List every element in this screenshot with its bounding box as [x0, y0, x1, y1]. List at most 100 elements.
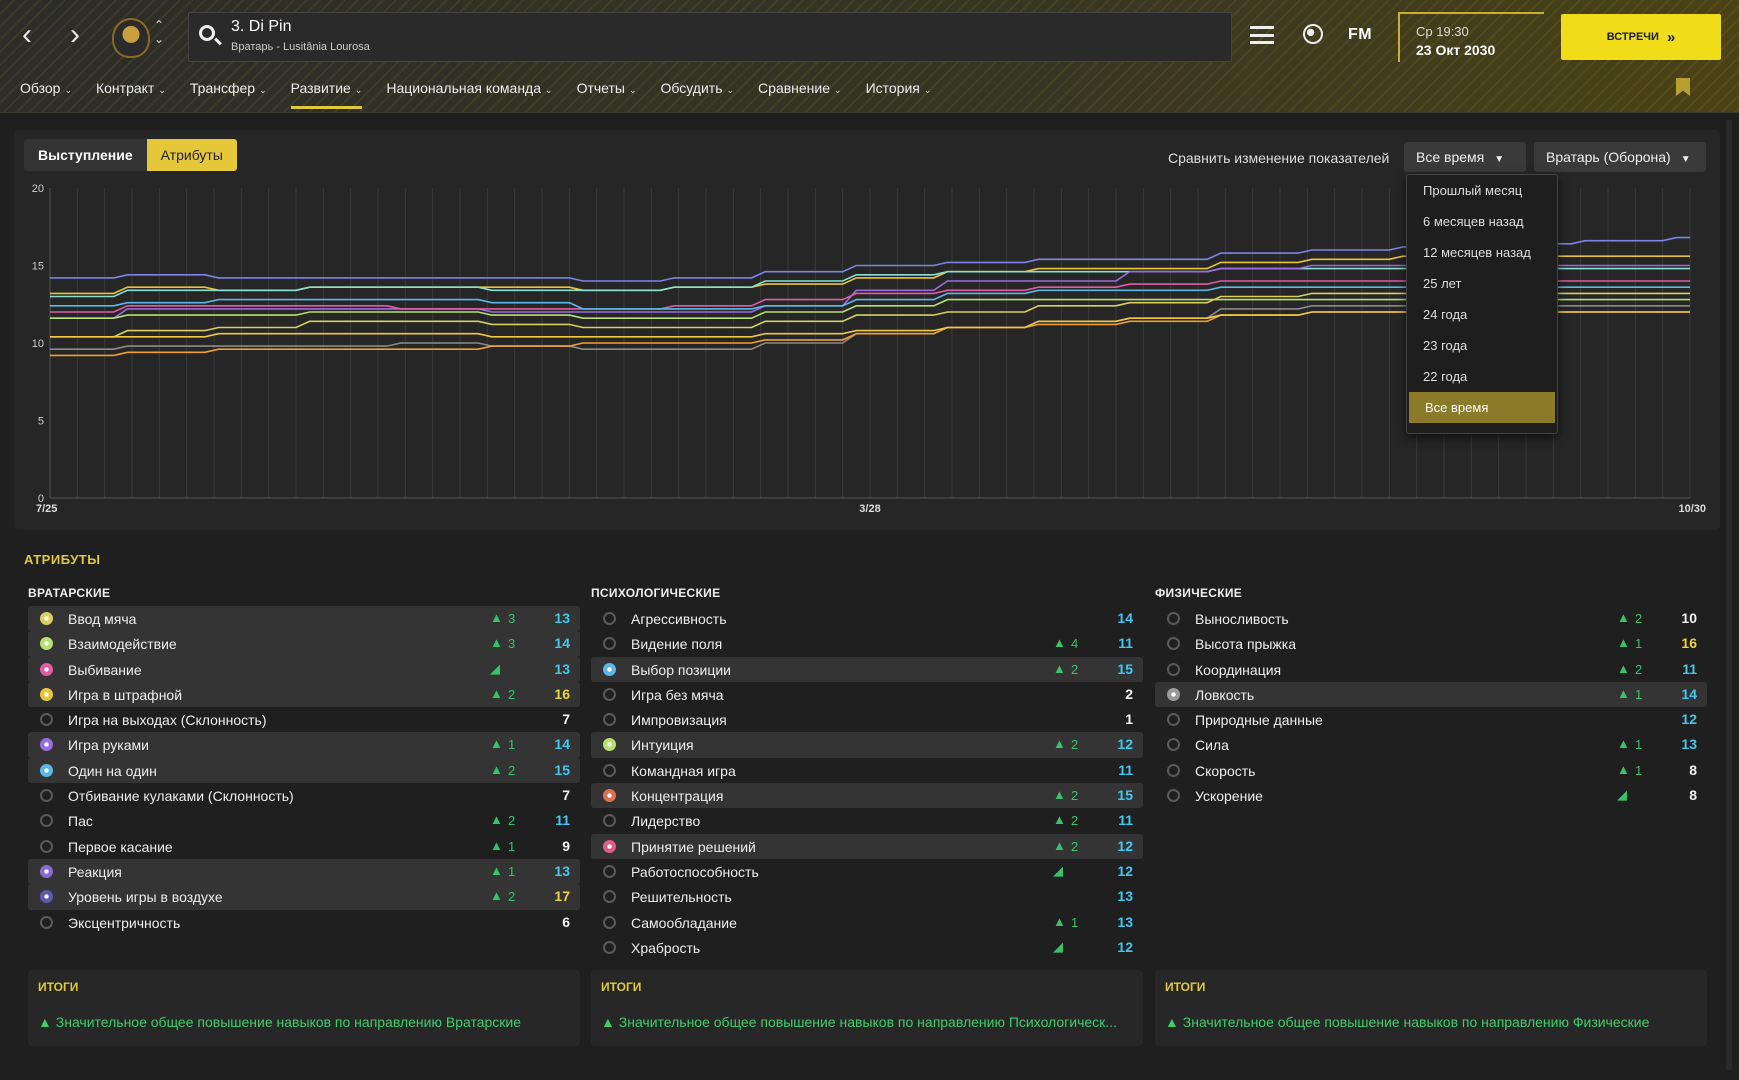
attribute-toggle-icon[interactable]: [1167, 612, 1180, 625]
attribute-row[interactable]: Ускорение ◢ 8: [1155, 783, 1707, 808]
attribute-toggle-icon[interactable]: [603, 738, 616, 752]
attribute-toggle-icon[interactable]: [603, 915, 616, 929]
attribute-toggle-icon[interactable]: [603, 637, 616, 651]
attribute-value: 9: [562, 837, 570, 854]
attribute-toggle-icon[interactable]: [1167, 687, 1180, 701]
attribute-toggle-icon[interactable]: [40, 864, 53, 878]
attribute-row[interactable]: Природные данные 12: [1155, 707, 1707, 732]
attribute-row[interactable]: Ввод мяча ▲ 3 13: [28, 606, 580, 632]
attribute-row[interactable]: Первое касание ▲ 1 9: [28, 834, 580, 859]
attribute-name: Высота прыжка: [1195, 636, 1296, 653]
attribute-row[interactable]: Игра в штрафной ▲ 2 16: [28, 681, 580, 708]
period-option[interactable]: 24 года: [1407, 299, 1557, 330]
attribute-row[interactable]: Выбор позиции ▲ 2 15: [591, 656, 1143, 682]
increase-arrow-icon: ▲: [490, 736, 503, 752]
attribute-toggle-icon[interactable]: [603, 890, 616, 904]
attribute-name: Один на один: [68, 762, 157, 779]
attribute-row[interactable]: Выносливость ▲ 2 10: [1155, 606, 1707, 631]
attribute-toggle-icon[interactable]: [603, 839, 616, 853]
attribute-row[interactable]: Уровень игры в воздухе ▲ 2 17: [28, 884, 580, 910]
attribute-row[interactable]: Игра руками ▲ 1 14: [28, 732, 580, 758]
increase-arrow-icon: ▲: [1053, 812, 1066, 828]
period-option[interactable]: 12 месяцев назад: [1407, 237, 1557, 268]
attribute-name: Взаимодействие: [68, 636, 177, 653]
period-option[interactable]: Прошлый месяц: [1407, 175, 1557, 206]
attribute-name: Агрессивность: [631, 611, 727, 627]
attribute-value: 13: [554, 610, 570, 626]
attribute-toggle-icon[interactable]: [40, 687, 53, 701]
attribute-toggle-icon[interactable]: [1167, 662, 1180, 676]
attribute-name: Лидерство: [631, 813, 701, 830]
attribute-row[interactable]: Реакция ▲ 1 13: [28, 858, 580, 885]
attribute-toggle-icon[interactable]: [1167, 738, 1180, 752]
attribute-toggle-icon[interactable]: [40, 814, 53, 828]
attribute-row[interactable]: Самообладание ▲ 1 13: [591, 910, 1143, 935]
attribute-row[interactable]: Решительность 13: [591, 884, 1143, 909]
period-option[interactable]: 6 месяцев назад: [1407, 206, 1557, 237]
attribute-row[interactable]: Эксцентричность 6: [28, 910, 580, 935]
period-option[interactable]: 25 лет: [1407, 268, 1557, 299]
increase-arrow-icon: ▲: [1617, 660, 1630, 676]
attribute-toggle-icon[interactable]: [1167, 637, 1180, 651]
attribute-row[interactable]: Принятие решений ▲ 2 12: [591, 833, 1143, 859]
attribute-row[interactable]: Выбивание ◢ 13: [28, 656, 580, 682]
attribute-row[interactable]: Храбрость ◢ 12: [591, 935, 1143, 960]
attribute-row[interactable]: Ловкость ▲ 1 14: [1155, 681, 1707, 708]
y-tick-label: 20: [32, 183, 44, 195]
attribute-toggle-icon[interactable]: [603, 713, 616, 727]
attribute-name: Интуиция: [631, 737, 694, 754]
attribute-row[interactable]: Отбивание кулаками (Склонность) 7: [28, 783, 580, 808]
attribute-value: 13: [554, 862, 570, 879]
attribute-row[interactable]: Координация ▲ 2 11: [1155, 657, 1707, 682]
page-scrollbar[interactable]: [1726, 120, 1732, 1070]
attribute-toggle-icon[interactable]: [603, 662, 616, 676]
attribute-row[interactable]: Пас ▲ 2 11: [28, 808, 580, 833]
attribute-toggle-icon[interactable]: [603, 789, 616, 803]
attribute-value: 14: [1117, 610, 1133, 626]
attribute-toggle-icon[interactable]: [603, 940, 616, 954]
attribute-toggle-icon[interactable]: [40, 738, 53, 752]
period-option[interactable]: 22 года: [1407, 361, 1557, 392]
attribute-toggle-icon[interactable]: [40, 915, 53, 929]
attribute-toggle-icon[interactable]: [40, 789, 53, 803]
attribute-row[interactable]: Видение поля ▲ 4 11: [591, 631, 1143, 656]
attribute-increase: 1: [508, 737, 516, 753]
period-option[interactable]: Все время: [1409, 392, 1555, 423]
increase-arrow-icon: ▲: [490, 888, 503, 904]
attribute-row[interactable]: Концентрация ▲ 2 15: [591, 783, 1143, 809]
attribute-toggle-icon[interactable]: [40, 662, 53, 676]
summary-text: ▲ Значительное общее повышение навыков п…: [38, 1014, 568, 1030]
attribute-row[interactable]: Интуиция ▲ 2 12: [591, 732, 1143, 758]
attribute-toggle-icon[interactable]: [1167, 713, 1180, 727]
attribute-toggle-icon[interactable]: [603, 687, 616, 701]
attribute-increase: 2: [508, 762, 516, 778]
period-option[interactable]: 23 года: [1407, 330, 1557, 361]
attribute-toggle-icon[interactable]: [40, 890, 53, 904]
attribute-row[interactable]: Импровизация 1: [591, 707, 1143, 732]
attribute-row[interactable]: Игра на выходах (Склонность) 7: [28, 707, 580, 732]
attribute-row[interactable]: Взаимодействие ▲ 3 14: [28, 631, 580, 657]
attribute-name: Пас: [68, 813, 93, 830]
attribute-row[interactable]: Игра без мяча 2: [591, 682, 1143, 707]
attribute-row[interactable]: Командная игра 11: [591, 758, 1143, 783]
attribute-row[interactable]: Агрессивность 14: [591, 606, 1143, 631]
attribute-row[interactable]: Высота прыжка ▲ 1 16: [1155, 631, 1707, 656]
attribute-toggle-icon[interactable]: [603, 763, 616, 777]
attribute-toggle-icon[interactable]: [40, 763, 53, 777]
attribute-toggle-icon[interactable]: [603, 864, 616, 878]
attribute-toggle-icon[interactable]: [40, 713, 53, 727]
attribute-toggle-icon[interactable]: [1167, 763, 1180, 777]
attribute-toggle-icon[interactable]: [603, 612, 616, 625]
attribute-row[interactable]: Сила ▲ 1 13: [1155, 732, 1707, 757]
attribute-row[interactable]: Скорость ▲ 1 8: [1155, 758, 1707, 783]
attribute-toggle-icon[interactable]: [40, 612, 53, 625]
attribute-value: 16: [1681, 635, 1697, 652]
attribute-toggle-icon[interactable]: [40, 839, 53, 853]
attribute-name: Реакция: [68, 863, 122, 880]
attribute-toggle-icon[interactable]: [603, 814, 616, 828]
attribute-row[interactable]: Один на один ▲ 2 15: [28, 757, 580, 784]
attribute-row[interactable]: Лидерство ▲ 2 11: [591, 808, 1143, 833]
attribute-row[interactable]: Работоспособность ◢ 12: [591, 859, 1143, 884]
attribute-toggle-icon[interactable]: [40, 637, 53, 651]
attribute-toggle-icon[interactable]: [1167, 789, 1180, 803]
